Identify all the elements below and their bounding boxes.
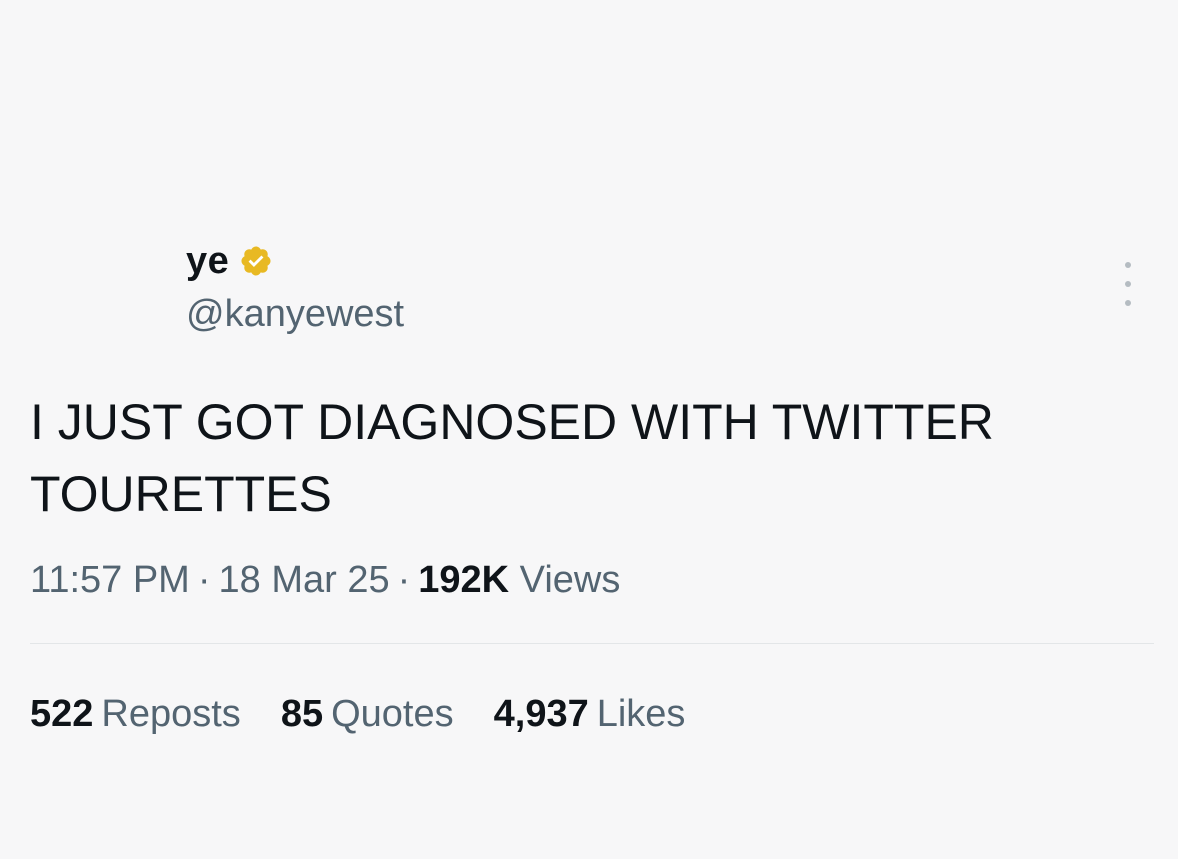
reposts-stat[interactable]: 522 Reposts [30,688,241,740]
tweet-text: I JUST GOT DIAGNOSED WITH TWITTER TOURET… [30,386,1140,530]
likes-label: Likes [596,693,686,735]
likes-stat[interactable]: 4,937 Likes [494,688,686,740]
author-handle[interactable]: @kanyewest [186,290,404,338]
more-dot [1125,300,1131,306]
more-dot [1125,262,1131,268]
tweet-meta: 11:57 PM · 18 Mar 25 · 192K Views [30,554,620,606]
tweet-time[interactable]: 11:57 PM [30,559,190,601]
tweet-date[interactable]: 18 Mar 25 [219,559,390,601]
author-display-name[interactable]: ye [186,238,229,284]
meta-separator: · [397,559,411,601]
reposts-label: Reposts [101,693,241,735]
divider [30,643,1154,644]
verified-badge-icon [239,244,273,278]
tweet-stats: 522 Reposts 85 Quotes 4,937 Likes [30,688,725,740]
tweet-card: ye @kanyewest I JUST GOT DIAGNOSED WITH … [0,0,1178,859]
meta-separator: · [197,559,211,601]
more-options-icon[interactable] [1116,262,1140,306]
quotes-stat[interactable]: 85 Quotes [281,688,454,740]
views-label: Views [519,559,621,601]
reposts-count: 522 [30,693,94,735]
tweet-text-line: I JUST GOT DIAGNOSED WITH TWITTER [30,394,994,450]
quotes-label: Quotes [331,693,454,735]
tweet-header: ye @kanyewest [186,238,404,338]
tweet-text-line: TOURETTES [30,466,332,522]
likes-count: 4,937 [493,693,589,735]
quotes-count: 85 [280,693,324,735]
views-count: 192K [418,559,510,601]
tweet-page: ye @kanyewest I JUST GOT DIAGNOSED WITH … [0,0,1178,859]
author-name-row[interactable]: ye [186,238,404,284]
more-dot [1125,281,1131,287]
